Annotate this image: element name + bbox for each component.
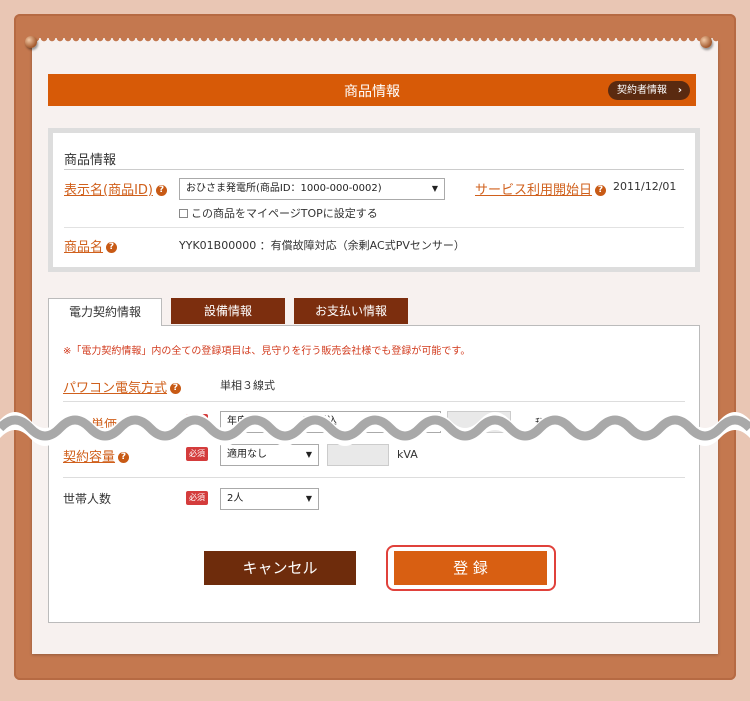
help-icon[interactable]: ? bbox=[106, 242, 118, 253]
paper-torn-edge bbox=[32, 38, 718, 46]
chevron-right-icon: › bbox=[677, 85, 682, 96]
dropdown-arrow-icon: ▼ bbox=[431, 184, 438, 193]
help-icon[interactable]: ? bbox=[595, 185, 607, 196]
contract-capacity-select-value: 適用なし bbox=[227, 449, 267, 460]
divider bbox=[63, 477, 685, 478]
required-badge: 必須 bbox=[186, 447, 208, 461]
product-info-box: 商品情報 表示名(商品ID)? おひさま発電所(商品ID：1000-000-00… bbox=[53, 133, 695, 267]
product-name-value: YYK01B00000 ：有償故障対応（余剰AC式PVセンサー） bbox=[179, 239, 465, 252]
contract-capacity-unit: kVA bbox=[397, 448, 418, 461]
display-name-select-value: おひさま発電所(商品ID：1000-000-0002) bbox=[186, 183, 382, 194]
tab-label: 電力契約情報 bbox=[68, 305, 141, 319]
tab-power-contract[interactable]: 電力契約情報 bbox=[48, 298, 162, 326]
power-method-value: 単相３線式 bbox=[220, 379, 275, 392]
display-name-row: 表示名(商品ID)? bbox=[64, 179, 167, 198]
product-info-frame: 商品情報 表示名(商品ID)? おひさま発電所(商品ID：1000-000-00… bbox=[48, 128, 700, 272]
wave-divider bbox=[0, 412, 750, 446]
divider bbox=[64, 169, 684, 170]
contract-capacity-link[interactable]: 契約容量 bbox=[63, 450, 115, 465]
cancel-button-label: キャンセル bbox=[242, 559, 318, 577]
power-method-link[interactable]: パワコン電気方式 bbox=[63, 381, 167, 396]
help-icon[interactable]: ? bbox=[118, 452, 130, 463]
help-icon[interactable]: ? bbox=[170, 383, 182, 394]
service-start-value: 2011/12/01 bbox=[613, 180, 677, 193]
set-top-checkbox[interactable] bbox=[179, 209, 188, 218]
service-start-link[interactable]: サービス利用開始日 bbox=[475, 183, 592, 198]
set-top-checkbox-label: この商品をマイページTOPに設定する bbox=[191, 207, 378, 220]
service-start-row: サービス利用開始日? bbox=[475, 179, 607, 198]
household-select-value: 2人 bbox=[227, 493, 244, 504]
form-notice: ※「電力契約情報」内の全ての登録項目は、見守りを行う販売会社様でも登録が可能です… bbox=[63, 346, 471, 357]
product-name-link[interactable]: 商品名 bbox=[64, 240, 103, 255]
register-button[interactable]: 登 録 bbox=[394, 551, 547, 585]
pin-right-icon bbox=[700, 36, 712, 48]
help-icon[interactable]: ? bbox=[156, 185, 167, 196]
display-name-select[interactable]: おひさま発電所(商品ID：1000-000-0002) ▼ bbox=[179, 178, 445, 200]
cancel-button[interactable]: キャンセル bbox=[204, 551, 356, 585]
contract-info-button[interactable]: 契約者情報 › bbox=[608, 81, 690, 100]
required-badge: 必須 bbox=[186, 491, 208, 505]
product-name-row: 商品名? bbox=[64, 236, 118, 255]
dropdown-arrow-icon: ▼ bbox=[305, 450, 312, 459]
household-label: 世帯人数 bbox=[63, 492, 112, 506]
display-name-link[interactable]: 表示名(商品ID) bbox=[64, 183, 153, 198]
dropdown-arrow-icon: ▼ bbox=[305, 494, 312, 503]
contract-info-label: 契約者情報 bbox=[617, 85, 667, 96]
power-method-row: パワコン電気方式? bbox=[63, 377, 182, 396]
tab-payment[interactable]: お支払い情報 bbox=[294, 298, 408, 324]
register-button-label: 登 録 bbox=[453, 559, 488, 577]
contract-capacity-row: 契約容量? bbox=[63, 446, 130, 465]
pin-left-icon bbox=[25, 36, 37, 48]
set-top-checkbox-row[interactable]: この商品をマイページTOPに設定する bbox=[179, 205, 378, 221]
page-title: 商品情報 bbox=[344, 84, 400, 100]
power-contract-form: ※「電力契約情報」内の全ての登録項目は、見守りを行う販売会社様でも登録が可能です… bbox=[48, 325, 700, 623]
product-info-title: 商品情報 bbox=[64, 153, 117, 168]
household-select[interactable]: 2人 ▼ bbox=[220, 488, 319, 510]
divider bbox=[64, 227, 684, 228]
tab-label: お支払い情報 bbox=[314, 304, 387, 318]
tab-label: 設備情報 bbox=[203, 304, 252, 318]
page-header: 商品情報 契約者情報 › bbox=[48, 74, 696, 106]
tab-equipment[interactable]: 設備情報 bbox=[171, 298, 285, 324]
